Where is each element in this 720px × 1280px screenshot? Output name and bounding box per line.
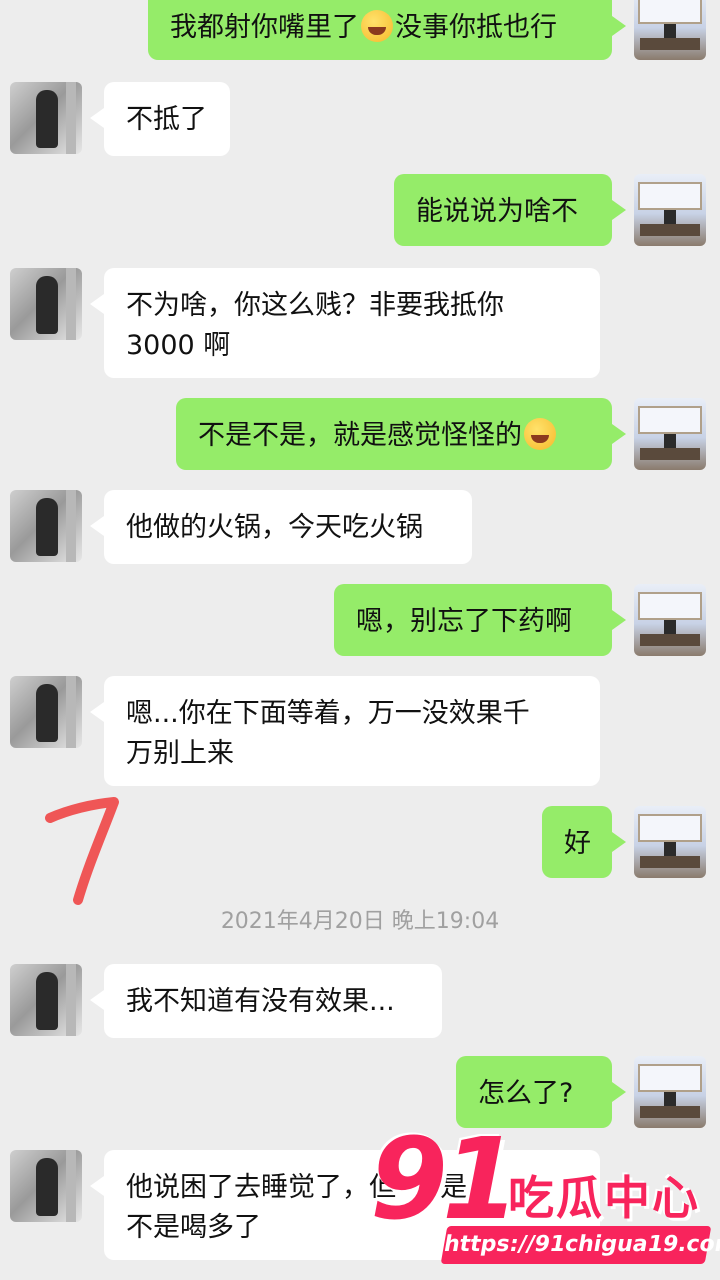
chat-timestamp: 2021年4月20日 晚上19:04 [220,909,500,934]
message-text: 3000 啊 [126,330,231,361]
my-avatar[interactable] [634,0,706,60]
my-avatar[interactable] [634,1056,706,1128]
message-text: 能说说为啥不 [416,196,578,227]
avatar-artwork [66,964,76,1036]
contact-avatar[interactable] [10,676,82,748]
my-avatar[interactable] [634,584,706,656]
message-bubble-outgoing[interactable]: 不是不是，就是感觉怪怪的 [176,398,626,470]
message-bubble-incoming[interactable]: 我不知道有没有效果... [90,964,442,1038]
message-text: 我不知道有没有效果... [126,986,395,1017]
message-text: 我都射你嘴里了 [170,12,359,43]
avatar-artwork [66,490,76,562]
avatar-artwork [640,856,700,868]
avatar-artwork [36,90,58,148]
avatar-artwork [36,972,58,1030]
contact-avatar[interactable] [10,490,82,562]
avatar-artwork [640,224,700,236]
message-text: 万别上来 [126,738,234,769]
watermark-site-name: 吃瓜中心 [508,1171,700,1225]
message-bubble-outgoing[interactable]: 好 [542,806,626,878]
avatar-artwork [640,448,700,460]
avatar-artwork [640,634,700,646]
message-bubble-outgoing[interactable]: 能说说为啥不 [394,174,626,246]
my-avatar[interactable] [634,806,706,878]
avatar-artwork [36,1158,58,1216]
message-bubble-outgoing[interactable]: 嗯，别忘了下药啊 [334,584,626,656]
watermark-logo: 91 [370,1115,520,1245]
message-text: 不是不是，就是感觉怪怪的 [198,420,522,451]
avatar-artwork [638,182,702,210]
avatar-artwork [638,406,702,434]
message-text: 好 [564,828,591,859]
laugh-cry-emoji-icon [524,418,556,450]
avatar-artwork [638,0,702,24]
message-text: 没事你抵也行 [395,12,557,43]
my-avatar[interactable] [634,398,706,470]
contact-avatar[interactable] [10,1150,82,1222]
avatar-artwork [36,276,58,334]
handwritten-annotation-seven [45,797,119,905]
avatar-artwork [638,814,702,842]
message-bubble-outgoing[interactable]: 我都射你嘴里了 没事你抵也行 [148,0,626,60]
avatar-artwork [640,1106,700,1118]
laugh-cry-emoji-icon [361,10,393,42]
avatar-artwork [638,592,702,620]
message-text: 嗯，别忘了下药啊 [356,606,572,637]
message-text: 怎么了? [478,1078,574,1109]
message-bubble-incoming[interactable]: 不抵了 [90,82,230,156]
message-bubble-incoming[interactable]: 嗯...你在下面等着，万一没效果千 万别上来 [90,676,600,786]
avatar-artwork [66,676,76,748]
avatar-artwork [66,1150,76,1222]
message-text: 不抵了 [126,104,207,135]
contact-avatar[interactable] [10,82,82,154]
message-bubble-incoming[interactable]: 不为啥，你这么贱？非要我抵你 3000 啊 [90,268,600,378]
avatar-artwork [638,1064,702,1092]
avatar-artwork [36,684,58,742]
avatar-artwork [66,268,76,340]
my-avatar[interactable] [634,174,706,246]
avatar-artwork [66,82,76,154]
avatar-artwork [640,38,700,50]
contact-avatar[interactable] [10,268,82,340]
message-text: 他做的火锅，今天吃火锅 [126,512,423,543]
message-text: 不为啥，你这么贱？非要我抵你 [126,290,504,321]
watermark-url: https://91chigua19.com [440,1226,720,1264]
site-watermark: 91 吃瓜中心 https://91chigua19.com [360,1115,720,1274]
contact-avatar[interactable] [10,964,82,1036]
avatar-artwork [36,498,58,556]
message-text: 嗯...你在下面等着，万一没效果千 [126,698,530,729]
message-bubble-incoming[interactable]: 他做的火锅，今天吃火锅 [90,490,472,564]
